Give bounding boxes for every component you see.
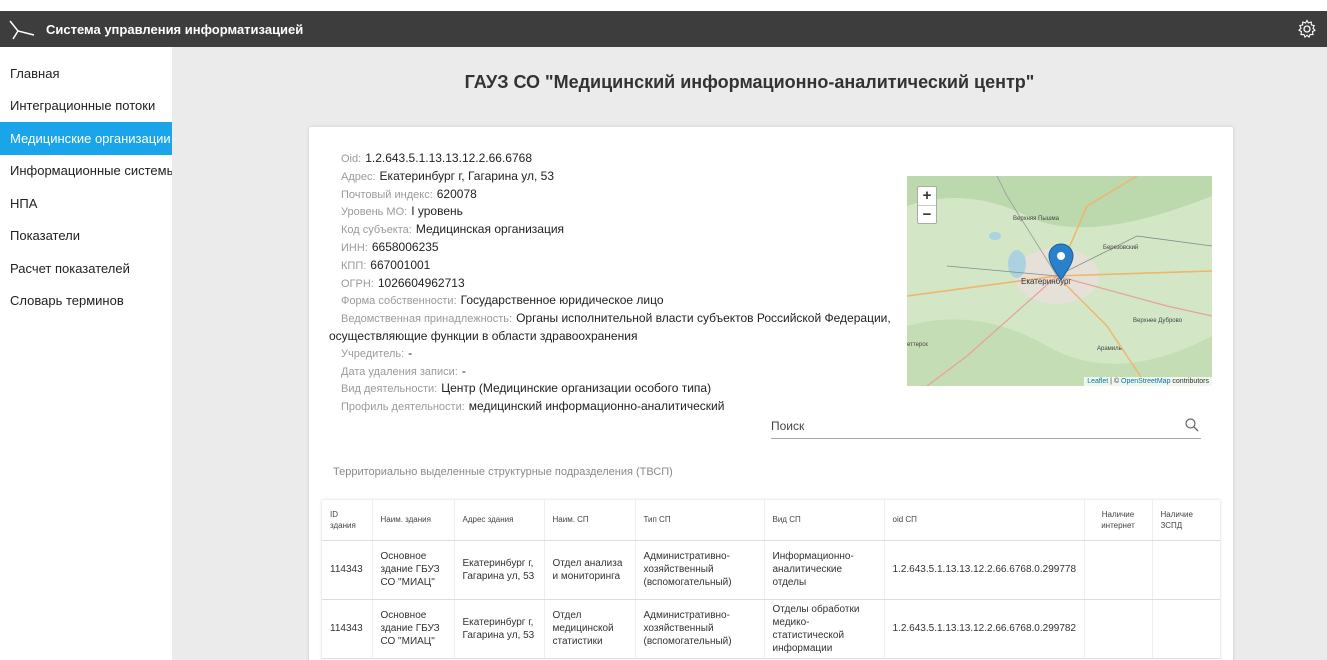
subject-code-value: Медицинская организация bbox=[415, 222, 565, 237]
cell-zspd bbox=[1152, 599, 1220, 659]
cell-internet bbox=[1084, 599, 1153, 659]
col-header-sp-oid[interactable]: oid СП bbox=[884, 500, 1085, 541]
map-label-east: Верхнее Дуброво bbox=[1133, 318, 1183, 324]
cell-sp-name: Отдел анализа и мониторинга bbox=[544, 540, 636, 600]
top-bar: Система управления информатизацией bbox=[0, 11, 1327, 47]
address-label: Адрес: bbox=[341, 170, 376, 183]
cell-internet bbox=[1084, 540, 1153, 600]
level-value: I уровень bbox=[411, 204, 463, 219]
table-row[interactable]: 114343 Основное здание ГБУЗ СО "МИАЦ" Ек… bbox=[322, 540, 1220, 600]
sidebar-item-home[interactable]: Главная bbox=[0, 57, 172, 90]
founder-label: Учредитель: bbox=[341, 347, 405, 360]
cell-sp-kind: Отделы обработки медико-статистической и… bbox=[764, 599, 885, 659]
table-row[interactable]: 114343 Основное здание ГБУЗ СО "МИАЦ" Ек… bbox=[322, 599, 1220, 659]
map-label-southeast: Арамиль bbox=[1097, 346, 1122, 352]
map-attribution: Leaflet | © OpenStreetMap contributors bbox=[1084, 377, 1212, 386]
activity-type-value: Центр (Медицинские организации особого т… bbox=[441, 381, 712, 396]
sidebar: Главная Интеграционные потоки Медицински… bbox=[0, 47, 176, 660]
col-header-building-name[interactable]: Наим. здания bbox=[372, 500, 455, 541]
gear-icon[interactable] bbox=[1297, 19, 1317, 39]
page-title: ГАУЗ СО "Медицинский информационно-анали… bbox=[464, 72, 1035, 92]
oid-value: 1.2.643.5.1.13.13.12.2.66.6768 bbox=[365, 151, 533, 165]
col-header-building-address[interactable]: Адрес здания bbox=[454, 500, 545, 541]
map-label-west: еттерск bbox=[907, 342, 928, 348]
cell-sp-kind: Информационно-аналитические отделы bbox=[764, 540, 885, 600]
address-value: Екатеринбург г, Гагарина ул, 53 bbox=[379, 168, 555, 183]
cell-sp-name: Отдел медицинской статистики bbox=[544, 599, 636, 659]
kpp-value: 667001001 bbox=[370, 257, 431, 272]
activity-type-label: Вид деятельности: bbox=[341, 383, 438, 396]
section-title: Территориально выделенные структурные по… bbox=[333, 466, 673, 478]
zoom-in-button[interactable]: + bbox=[918, 187, 936, 205]
sidebar-item-glossary[interactable]: Словарь терминов bbox=[0, 285, 172, 318]
cell-building-name: Основное здание ГБУЗ СО "МИАЦ" bbox=[372, 540, 455, 600]
cell-sp-oid: 1.2.643.5.1.13.13.12.2.66.6768.0.299782 bbox=[884, 599, 1085, 659]
cell-building-address: Екатеринбург г, Гагарина ул, 53 bbox=[454, 540, 545, 600]
sidebar-item-information-systems[interactable]: Информационные системы bbox=[0, 155, 176, 188]
openstreetmap-link[interactable]: OpenStreetMap bbox=[1121, 378, 1170, 385]
inn-label: ИНН: bbox=[341, 241, 368, 254]
col-header-sp-kind[interactable]: Вид СП bbox=[764, 500, 885, 541]
col-header-building-id[interactable]: ID здания bbox=[322, 500, 373, 541]
sidebar-item-integration-flows[interactable]: Интеграционные потоки bbox=[0, 90, 172, 123]
sidebar-item-medical-organizations[interactable]: Медицинские организации bbox=[0, 122, 172, 155]
col-header-sp-name[interactable]: Наим. СП bbox=[544, 500, 636, 541]
cell-building-id: 114343 bbox=[322, 599, 373, 659]
cell-building-id: 114343 bbox=[322, 540, 373, 600]
founder-value: - bbox=[408, 345, 413, 360]
deleted-date-label: Дата удаления записи: bbox=[341, 365, 458, 378]
level-label: Уровень МО: bbox=[341, 206, 408, 219]
subject-code-label: Код субъекта: bbox=[341, 224, 412, 237]
sidebar-item-npa[interactable]: НПА bbox=[0, 187, 172, 220]
map-zoom-control: + − bbox=[917, 186, 937, 224]
leaflet-link[interactable]: Leaflet bbox=[1087, 378, 1108, 385]
map-label-city: Екатеринбург bbox=[1021, 277, 1071, 286]
kpp-label: КПП: bbox=[341, 259, 367, 272]
main-content: ГАУЗ СО "Медицинский информационно-анали… bbox=[172, 47, 1327, 660]
oid-label: Oid: bbox=[341, 153, 362, 165]
map-tiles: Верхняя Пышма Березовский Екатеринбург В… bbox=[907, 176, 1212, 386]
ogrn-value: 1026604962713 bbox=[377, 275, 465, 290]
app-title: Система управления информатизацией bbox=[46, 21, 304, 37]
cell-zspd bbox=[1152, 540, 1220, 600]
map-label-north: Верхняя Пышма bbox=[1013, 216, 1060, 222]
postcode-value: 620078 bbox=[436, 186, 477, 201]
attribution-separator: | © bbox=[1108, 378, 1122, 385]
ownership-value: Государственное юридическое лицо bbox=[460, 293, 664, 308]
organization-card: Oid: 1.2.643.5.1.13.13.12.2.66.6768 Адрес… bbox=[309, 127, 1233, 660]
map-label-northeast: Березовский bbox=[1103, 244, 1138, 251]
zoom-out-button[interactable]: − bbox=[918, 205, 936, 223]
cell-building-address: Екатеринбург г, Гагарина ул, 53 bbox=[454, 599, 545, 659]
ownership-label: Форма собственности: bbox=[341, 295, 457, 308]
ogrn-label: ОГРН: bbox=[341, 277, 374, 290]
affiliation-label: Ведомственная принадлежность: bbox=[341, 313, 513, 326]
search-icon[interactable] bbox=[1185, 418, 1199, 432]
table-header-row: ID здания Наим. здания Адрес здания Наим… bbox=[322, 500, 1220, 541]
deleted-date-value: - bbox=[461, 363, 466, 378]
cell-sp-oid: 1.2.643.5.1.13.13.12.2.66.6768.0.299778 bbox=[884, 540, 1085, 600]
cell-sp-type: Административно-хозяйственный (вспомогат… bbox=[635, 540, 765, 600]
col-header-internet[interactable]: Наличие интернет bbox=[1084, 500, 1153, 541]
cell-sp-type: Административно-хозяйственный (вспомогат… bbox=[635, 599, 765, 659]
col-header-zspd[interactable]: Наличие ЗСПД bbox=[1152, 500, 1220, 541]
subdivisions-table: ID здания Наим. здания Адрес здания Наим… bbox=[322, 500, 1220, 660]
search-field bbox=[771, 415, 1201, 439]
activity-profile-value: медицинский информационно-аналитический bbox=[468, 399, 725, 414]
inn-value: 6658006235 bbox=[371, 239, 439, 254]
attribution-contributors: contributors bbox=[1170, 378, 1209, 385]
postcode-label: Почтовый индекс: bbox=[341, 188, 433, 201]
search-input[interactable] bbox=[771, 415, 1171, 437]
branch-logo-icon bbox=[9, 20, 35, 40]
activity-profile-label: Профиль деятельности: bbox=[341, 401, 465, 414]
organization-info: Oid: 1.2.643.5.1.13.13.12.2.66.6768 Адрес… bbox=[329, 150, 899, 416]
sidebar-item-indicators[interactable]: Показатели bbox=[0, 220, 172, 253]
sidebar-item-indicator-calculation[interactable]: Расчет показателей bbox=[0, 252, 172, 285]
cell-building-name: Основное здание ГБУЗ СО "МИАЦ" bbox=[372, 599, 455, 659]
location-map[interactable]: Верхняя Пышма Березовский Екатеринбург В… bbox=[907, 176, 1212, 386]
col-header-sp-type[interactable]: Тип СП bbox=[635, 500, 765, 541]
